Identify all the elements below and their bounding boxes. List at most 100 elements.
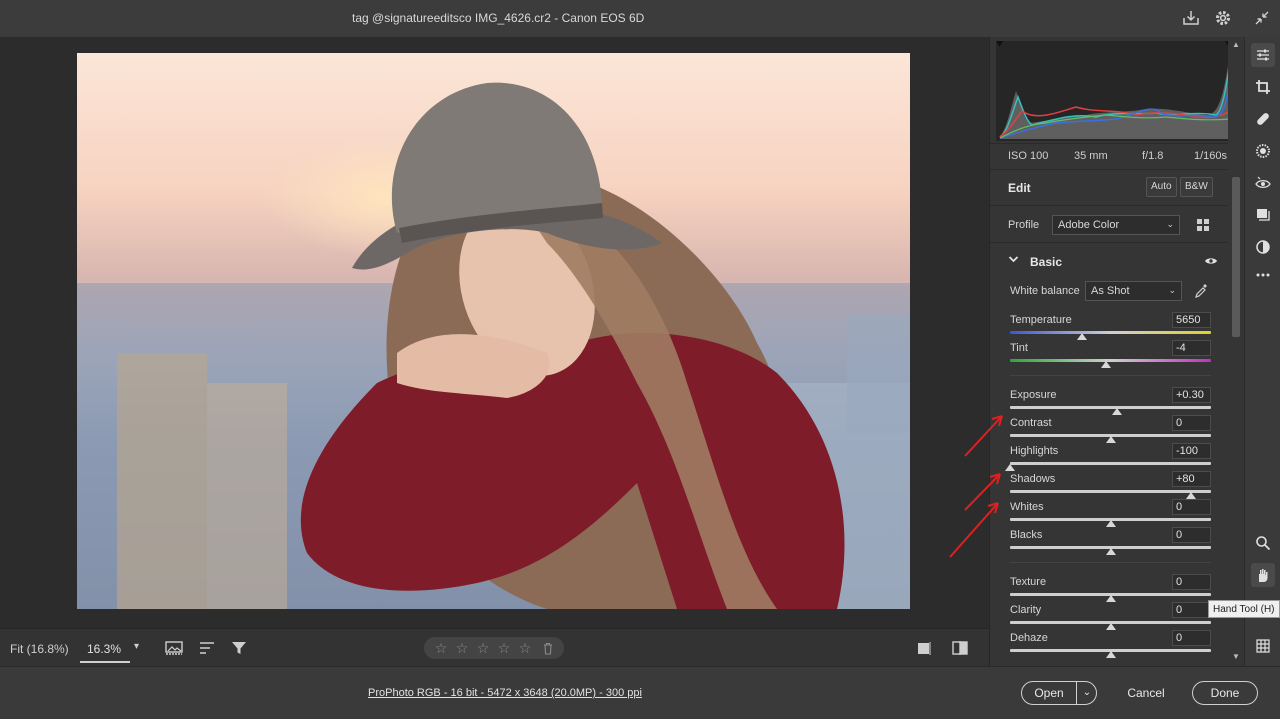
edit-panel: ISO 100 35 mm f/1.8 1/160s Edit Auto B&W… — [989, 37, 1244, 666]
section-divider — [1010, 562, 1211, 563]
shutter-speed-value: 1/160s — [1194, 150, 1228, 162]
slider-value-field[interactable]: -100 — [1172, 443, 1211, 459]
chevron-down-icon — [1008, 254, 1019, 264]
photo-illustration — [77, 82, 910, 609]
eye-icon[interactable] — [1204, 256, 1218, 266]
snapshots-icon[interactable] — [1251, 235, 1275, 259]
white-balance-dropdown[interactable]: As Shot ⌄ — [1085, 281, 1182, 301]
title-bar: tag @signatureeditsco IMG_4626.cr2 - Can… — [0, 0, 1280, 37]
fit-zoom-option[interactable]: Fit (16.8%) — [10, 642, 69, 656]
slider-value-field[interactable]: 0 — [1172, 415, 1211, 431]
slider-value-field[interactable]: +80 — [1172, 471, 1211, 487]
star-icon[interactable]: ☆ — [517, 641, 533, 655]
auto-button[interactable]: Auto — [1146, 177, 1177, 197]
slider-thumb[interactable] — [1101, 361, 1112, 368]
chevron-up-icon[interactable]: ▲ — [1232, 40, 1240, 49]
image-canvas[interactable] — [0, 37, 989, 628]
chevron-down-icon[interactable]: ▼ — [1232, 652, 1240, 661]
basic-section-header[interactable]: Basic — [990, 242, 1232, 278]
histogram — [996, 41, 1232, 141]
crop-icon[interactable] — [1251, 75, 1275, 99]
slider-value-field[interactable]: 0 — [1172, 499, 1211, 515]
slider-value-field[interactable]: 5650 — [1172, 312, 1211, 328]
profile-label: Profile — [1008, 219, 1040, 231]
slider-track[interactable] — [1010, 331, 1211, 334]
masking-icon[interactable] — [1251, 139, 1275, 163]
black-white-button[interactable]: B&W — [1180, 177, 1213, 197]
workflow-options-link[interactable]: ProPhoto RGB - 16 bit - 5472 x 3648 (20.… — [368, 687, 642, 699]
slider-label: Texture — [1010, 576, 1047, 588]
slider-track[interactable] — [1010, 490, 1211, 493]
focal-length-value: 35 mm — [1074, 150, 1108, 162]
white-balance-label: White balance — [1010, 285, 1080, 297]
profile-dropdown[interactable]: Adobe Color ⌄ — [1052, 215, 1180, 235]
basic-section-title: Basic — [1030, 255, 1063, 269]
zoom-tool-icon[interactable] — [1251, 531, 1275, 555]
slider-thumb[interactable] — [1105, 595, 1116, 602]
edit-title: Edit — [1008, 181, 1031, 195]
slider-thumb[interactable] — [1185, 492, 1196, 499]
sort-icon[interactable] — [196, 637, 218, 659]
slider-value-field[interactable]: -4 — [1172, 340, 1211, 356]
presets-icon[interactable] — [1251, 203, 1275, 227]
profile-browser-icon[interactable] — [1196, 218, 1210, 232]
grid-icon[interactable] — [1251, 634, 1275, 658]
star-rating[interactable]: ☆ ☆ ☆ ☆ ☆ — [424, 637, 564, 659]
slider-label: Clarity — [1010, 604, 1042, 616]
slider-thumb[interactable] — [1105, 651, 1116, 658]
slider-value-field[interactable]: +0.30 — [1172, 387, 1211, 403]
chevron-down-icon[interactable]: ▾ — [134, 641, 139, 652]
zoom-level-field[interactable]: 16.3% — [80, 633, 130, 663]
done-button[interactable]: Done — [1192, 681, 1258, 705]
status-bar: ProPhoto RGB - 16 bit - 5472 x 3648 (20.… — [0, 666, 1280, 719]
chevron-down-icon[interactable]: ⌄ — [1077, 682, 1097, 704]
star-icon[interactable]: ☆ — [454, 641, 470, 655]
profile-row: Profile Adobe Color ⌄ — [990, 205, 1232, 241]
slider-value-field[interactable]: 0 — [1172, 630, 1211, 646]
star-icon[interactable]: ☆ — [496, 641, 512, 655]
slider-thumb[interactable] — [1105, 520, 1116, 527]
before-after-icon[interactable] — [949, 637, 971, 659]
star-icon[interactable]: ☆ — [433, 641, 449, 655]
filmstrip-icon[interactable] — [163, 637, 185, 659]
slider-label: Tint — [1010, 342, 1028, 354]
minimize-icon[interactable] — [1250, 7, 1274, 29]
slider-value-field[interactable]: 0 — [1172, 527, 1211, 543]
edit-sliders-icon[interactable] — [1251, 43, 1275, 67]
scrollbar-thumb[interactable] — [1232, 177, 1240, 337]
filter-icon[interactable] — [228, 637, 250, 659]
compare-icon[interactable] — [913, 637, 935, 659]
save-icon[interactable] — [1179, 7, 1203, 29]
slider-label: Dehaze — [1010, 632, 1048, 644]
trash-icon[interactable] — [542, 642, 554, 655]
panel-scrollbar[interactable]: ▲ ▼ — [1228, 37, 1244, 666]
more-options-icon[interactable] — [1251, 263, 1275, 287]
star-icon[interactable]: ☆ — [475, 641, 491, 655]
healing-brush-icon[interactable] — [1251, 107, 1275, 131]
profile-value: Adobe Color — [1058, 219, 1120, 231]
open-button[interactable]: Open ⌄ — [1021, 681, 1097, 705]
chevron-down-icon: ⌄ — [1168, 285, 1176, 295]
photo-preview[interactable] — [77, 53, 910, 609]
slider-value-field[interactable]: 0 — [1172, 602, 1211, 618]
hand-tool-icon[interactable] — [1251, 563, 1275, 587]
slider-thumb[interactable] — [1105, 436, 1116, 443]
camera-info-bar: ISO 100 35 mm f/1.8 1/160s — [990, 143, 1232, 167]
edit-header: Edit Auto B&W — [990, 169, 1232, 203]
slider-value-field[interactable]: 0 — [1172, 574, 1211, 590]
slider-thumb[interactable] — [1111, 408, 1122, 415]
hand-tool-tooltip: Hand Tool (H) — [1208, 600, 1280, 618]
slider-track[interactable] — [1010, 462, 1211, 465]
slider-track[interactable] — [1010, 406, 1211, 409]
slider-thumb[interactable] — [1105, 623, 1116, 630]
white-balance-value: As Shot — [1091, 285, 1130, 297]
red-arrow — [964, 415, 1003, 457]
slider-thumb[interactable] — [1105, 548, 1116, 555]
eyedropper-icon[interactable] — [1194, 283, 1208, 299]
cancel-button[interactable]: Cancel — [1117, 681, 1175, 705]
slider-thumb[interactable] — [1077, 333, 1088, 340]
open-button-label[interactable]: Open — [1022, 682, 1077, 704]
red-eye-icon[interactable] — [1251, 171, 1275, 195]
tool-strip — [1244, 37, 1280, 666]
gear-icon[interactable] — [1211, 7, 1235, 29]
